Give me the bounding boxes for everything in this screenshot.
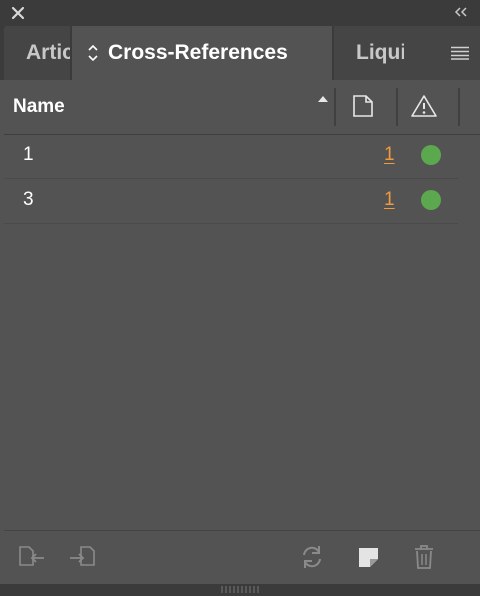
column-separator[interactable] [458,88,460,126]
trash-icon[interactable] [409,543,439,571]
double-chevron-left-icon[interactable] [452,5,470,19]
row-name: 1 [23,144,34,165]
table-row[interactable]: 1 1 [4,134,458,179]
relink-source-icon[interactable] [16,543,46,571]
tab-articles-label: Articles [26,41,70,64]
status-ok-icon [421,145,441,165]
tab-liquid[interactable]: Liquid [334,26,404,80]
updown-arrows-icon [88,44,98,62]
column-header: Name [4,80,480,135]
table-row[interactable]: 3 1 [4,179,458,224]
panel-footer-toolbar [4,530,480,583]
sort-ascending-icon[interactable] [317,95,329,103]
tab-liquid-label: Liquid [356,41,404,64]
close-icon[interactable] [10,5,26,21]
new-cross-reference-icon[interactable] [354,543,384,571]
tab-bar-fill [404,26,480,80]
panel-tab-bar: Articles Cross-References Liquid [0,26,480,80]
resize-strip[interactable] [0,584,480,596]
warning-icon [411,95,437,117]
place-destination-icon[interactable] [68,543,98,571]
tab-articles[interactable]: Articles [4,26,70,80]
panel-menu-icon[interactable] [450,46,470,60]
tab-cross-references-label: Cross-References [108,41,288,64]
status-ok-icon [421,190,441,210]
row-name: 3 [23,189,34,210]
column-name-label[interactable]: Name [13,96,65,118]
row-count-link[interactable]: 1 [384,144,395,166]
resize-grip-icon[interactable] [220,586,260,593]
panel-title-bar [0,0,480,26]
row-count-link[interactable]: 1 [384,189,395,211]
column-separator[interactable] [334,88,336,126]
page-icon [353,95,373,117]
tab-cross-references[interactable]: Cross-References [72,26,332,80]
column-separator[interactable] [396,88,398,126]
update-refresh-icon[interactable] [297,543,327,571]
